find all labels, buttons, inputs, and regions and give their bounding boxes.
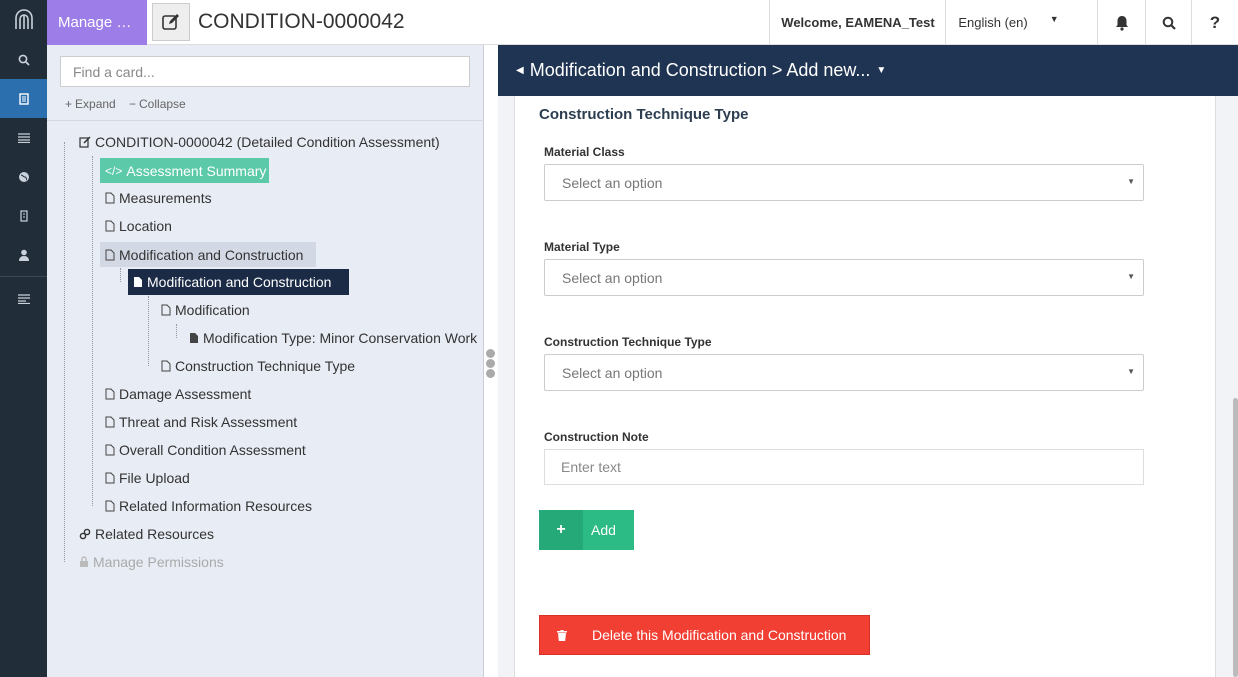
material-class-label: Material Class	[544, 145, 625, 159]
card-header[interactable]: ◀ Modification and Construction > Add ne…	[498, 45, 1238, 96]
construction-technique-label: Construction Technique Type	[544, 335, 712, 349]
tree-node-modification-construction-group[interactable]: Modification and Construction	[100, 242, 316, 267]
file-icon	[105, 192, 115, 204]
file-icon	[133, 276, 143, 288]
plus-icon: +	[65, 97, 73, 111]
link-icon	[79, 528, 91, 540]
tree-node-related-resources[interactable]: Related Resources	[74, 522, 219, 546]
left-nav-rail	[0, 0, 47, 677]
file-icon	[105, 388, 115, 400]
add-button[interactable]: + Add	[539, 510, 634, 550]
delete-card-button[interactable]: Delete this Modification and Constructio…	[539, 615, 870, 655]
tree-node-modification-type[interactable]: Modification Type: Minor Conservation Wo…	[184, 326, 482, 350]
plus-icon: +	[539, 510, 583, 550]
tree-line	[92, 156, 93, 506]
tree-node-modification-construction-card[interactable]: Modification and Construction	[128, 269, 349, 295]
chevron-down-icon: ▼	[1127, 177, 1135, 186]
tree-node-construction-technique-type[interactable]: Construction Technique Type	[156, 354, 360, 378]
top-bar: Manage … CONDITION-0000042 Welcome, EAME…	[47, 0, 1238, 45]
material-type-label: Material Type	[544, 240, 620, 254]
material-type-select[interactable]: Select an option ▼	[544, 259, 1144, 296]
tree-node-damage-assessment[interactable]: Damage Assessment	[100, 382, 256, 406]
page-title: CONDITION-0000042	[198, 10, 405, 33]
panel-resize-handle[interactable]	[486, 349, 495, 378]
file-icon	[105, 500, 115, 512]
globe-icon[interactable]	[0, 157, 47, 196]
tree-node-assessment-summary[interactable]: </> Assessment Summary	[100, 158, 269, 183]
minus-icon: −	[129, 97, 137, 111]
file-icon	[161, 304, 171, 316]
tree-line	[148, 296, 149, 366]
file-icon	[189, 332, 199, 344]
lines-icon[interactable]	[0, 279, 47, 318]
chevron-left-icon: ◀	[516, 65, 524, 76]
rail-divider	[0, 276, 47, 277]
resource-icon[interactable]	[0, 79, 47, 118]
welcome-user[interactable]: Welcome, EAMENA_Test	[769, 0, 946, 45]
file-icon	[105, 220, 115, 232]
trash-icon	[540, 616, 584, 654]
tree-node-overall-condition[interactable]: Overall Condition Assessment	[100, 438, 311, 462]
tree-node-root[interactable]: CONDITION-0000042 (Detailed Condition As…	[74, 130, 445, 154]
tree-divider	[47, 120, 484, 121]
lock-icon	[79, 556, 89, 568]
user-icon[interactable]	[0, 235, 47, 274]
tree-node-threat-risk[interactable]: Threat and Risk Assessment	[100, 410, 302, 434]
file-icon	[105, 472, 115, 484]
language-select[interactable]: English (en) ▼	[945, 0, 1071, 45]
tree-node-modification[interactable]: Modification	[156, 298, 255, 322]
tree-line	[64, 142, 65, 562]
tree-node-related-information[interactable]: Related Information Resources	[100, 494, 317, 518]
tree-node-manage-permissions: Manage Permissions	[74, 550, 229, 574]
code-icon: </>	[105, 163, 123, 178]
expand-button[interactable]: + Expand	[65, 97, 116, 111]
construction-note-label: Construction Note	[544, 430, 649, 444]
file-icon	[161, 360, 171, 372]
tree-line	[176, 324, 177, 338]
manage-menu-button[interactable]: Manage …	[47, 0, 147, 45]
scrollbar[interactable]	[1233, 398, 1238, 677]
list-icon[interactable]	[0, 118, 47, 157]
material-class-select[interactable]: Select an option ▼	[544, 164, 1144, 201]
file-icon	[105, 444, 115, 456]
chevron-down-icon: ▼	[1127, 272, 1135, 281]
tree-node-location[interactable]: Location	[100, 214, 177, 238]
bell-icon[interactable]	[1097, 0, 1145, 45]
arches-logo-icon[interactable]	[0, 0, 47, 40]
file-icon	[105, 416, 115, 428]
search-icon[interactable]	[1145, 0, 1191, 45]
file-icon	[105, 249, 115, 261]
edit-icon	[79, 136, 91, 148]
card-header-title: Modification and Construction > Add new.…	[529, 60, 871, 80]
question-icon[interactable]: ?	[1191, 0, 1238, 45]
section-title: Construction Technique Type	[539, 106, 749, 123]
construction-note-input[interactable]: Enter text	[544, 449, 1144, 485]
chevron-down-icon: ▼	[876, 65, 887, 76]
collapse-button[interactable]: − Collapse	[129, 97, 186, 111]
tree-node-file-upload[interactable]: File Upload	[100, 466, 195, 490]
search-icon[interactable]	[0, 40, 47, 79]
tree-node-measurements[interactable]: Measurements	[100, 186, 217, 210]
construction-technique-select[interactable]: Select an option ▼	[544, 354, 1144, 391]
bookmark-icon[interactable]	[0, 196, 47, 235]
edit-icon[interactable]	[152, 3, 190, 41]
chevron-down-icon: ▼	[1049, 13, 1059, 24]
language-label: English (en)	[958, 15, 1028, 30]
chevron-down-icon: ▼	[1127, 367, 1135, 376]
tree-line	[120, 268, 121, 282]
card-search-input[interactable]	[60, 56, 470, 87]
